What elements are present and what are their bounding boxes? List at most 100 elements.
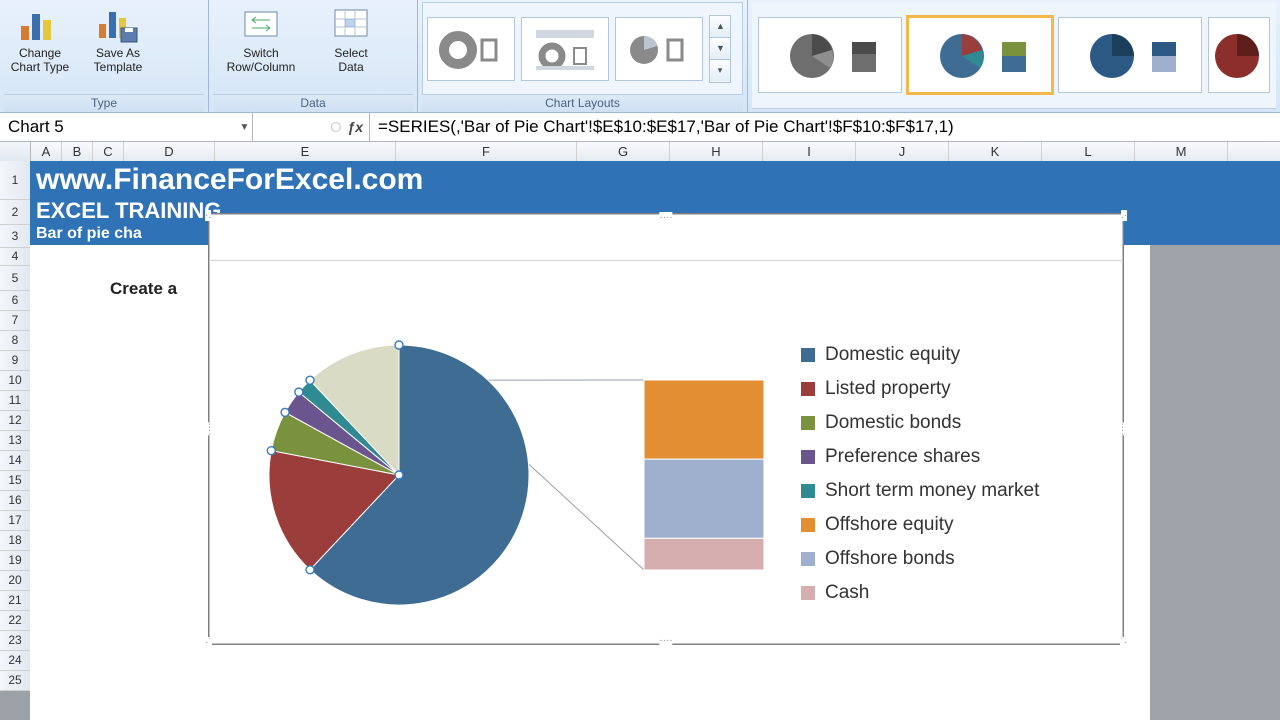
formula-input[interactable] [370, 113, 1280, 141]
row-header[interactable]: 20 [0, 571, 30, 591]
ribbon-group-type-label: Type [4, 94, 204, 112]
chart-style-thumb[interactable] [758, 17, 902, 93]
column-header[interactable]: E [215, 142, 396, 161]
column-header[interactable]: K [949, 142, 1042, 161]
row-header[interactable]: 23 [0, 631, 30, 651]
column-header[interactable]: C [93, 142, 124, 161]
row-header[interactable]: 25 [0, 671, 30, 691]
row-header[interactable]: 6 [0, 291, 30, 311]
name-box: ▼ [0, 113, 253, 141]
select-data-button[interactable]: Select Data [315, 2, 387, 74]
column-header[interactable]: L [1042, 142, 1135, 161]
chart-style-thumb-selected[interactable] [908, 17, 1052, 93]
chart-resize-handle-tl[interactable]: ·. [205, 210, 211, 221]
fx-icon[interactable]: ƒx [347, 119, 363, 135]
row-header[interactable]: 14 [0, 451, 30, 471]
name-box-dropdown-icon[interactable]: ▼ [237, 122, 252, 133]
change-chart-type-button[interactable]: Change Chart Type [4, 2, 76, 74]
chart-layout-thumb[interactable] [615, 17, 703, 81]
ribbon-group-data: Switch Row/Column Select Data Data [209, 0, 418, 112]
ribbon-group-type: Change Chart Type Save As Template Type [0, 0, 209, 112]
legend-label: Offshore bonds [825, 548, 955, 570]
chart-legend[interactable]: Domestic equity Listed property Domestic b… [801, 338, 1039, 610]
row-header[interactable]: 17 [0, 511, 30, 531]
name-box-input[interactable] [0, 117, 237, 137]
column-headers: ABCDEFGHIJKLM [0, 142, 1280, 162]
column-header[interactable]: I [763, 142, 856, 161]
select-all-corner[interactable] [0, 142, 31, 161]
column-header[interactable]: A [31, 142, 62, 161]
legend-item[interactable]: Listed property [801, 372, 1039, 406]
chart-layout-thumb[interactable] [521, 17, 609, 81]
ribbon-group-chart-layouts-label: Chart Layouts [422, 94, 743, 112]
row-header[interactable]: 15 [0, 471, 30, 491]
select-data-label: Select Data [334, 46, 367, 74]
row-header[interactable]: 7 [0, 311, 30, 331]
column-header[interactable]: D [124, 142, 215, 161]
save-as-template-label: Save As Template [94, 46, 143, 74]
ribbon-group-chart-layouts: ▲ ▼ ▾ Chart Layouts [418, 0, 748, 112]
legend-swatch [801, 348, 815, 362]
legend-swatch [801, 552, 815, 566]
embedded-chart[interactable]: ···· ···· ···· ···· ·. .· ·˙ ˙· Domestic… [208, 213, 1124, 645]
row-header[interactable]: 1 [0, 161, 30, 200]
save-as-template-button[interactable]: Save As Template [82, 2, 154, 74]
column-header[interactable]: J [856, 142, 949, 161]
legend-label: Preference shares [825, 446, 980, 468]
row-headers: 1234567891011121314151617181920212223242… [0, 161, 31, 691]
cancel-formula-icon[interactable]: ⭘ [330, 119, 341, 136]
cells-region: www.FinanceForExcel.com EXCEL TRAINING B… [30, 161, 1280, 720]
legend-item[interactable]: Offshore equity [801, 508, 1039, 542]
column-header[interactable]: B [62, 142, 93, 161]
row-header[interactable]: 18 [0, 531, 30, 551]
chart-layout-thumb[interactable] [427, 17, 515, 81]
ribbon: Change Chart Type Save As Template Type [0, 0, 1280, 113]
row-header[interactable]: 8 [0, 331, 30, 351]
row-header[interactable]: 10 [0, 371, 30, 391]
row-header[interactable]: 11 [0, 391, 30, 411]
chart-style-thumb[interactable] [1208, 17, 1270, 93]
legend-item[interactable]: Offshore bonds [801, 542, 1039, 576]
legend-item[interactable]: Cash [801, 576, 1039, 610]
layout-scroll-up[interactable]: ▲ [710, 16, 730, 37]
row-header[interactable]: 2 [0, 200, 30, 225]
chart-plot-area[interactable]: Domestic equity Listed property Domestic b… [209, 260, 1123, 644]
legend-item[interactable]: Short term money market [801, 474, 1039, 508]
legend-label: Cash [825, 582, 869, 604]
layout-scroll-more[interactable]: ▾ [710, 59, 730, 81]
legend-item[interactable]: Preference shares [801, 440, 1039, 474]
chart-resize-handle-tr[interactable]: .· [1121, 210, 1127, 221]
row-header[interactable]: 22 [0, 611, 30, 631]
chart-style-thumb[interactable] [1058, 17, 1202, 93]
row-header[interactable]: 4 [0, 248, 30, 266]
switch-row-column-button[interactable]: Switch Row/Column [213, 2, 309, 74]
ribbon-group-chart-styles-label [752, 108, 1276, 112]
legend-label: Short term money market [825, 480, 1039, 502]
chart-layout-scroll: ▲ ▼ ▾ [709, 15, 731, 83]
column-header[interactable]: G [577, 142, 670, 161]
chart-resize-handle-top[interactable]: ···· [659, 212, 672, 223]
formula-bar-icons: ⭘ ƒx [253, 113, 370, 141]
column-header[interactable]: H [670, 142, 763, 161]
row-header[interactable]: 21 [0, 591, 30, 611]
layout-scroll-down[interactable]: ▼ [710, 37, 730, 59]
row5-text: Create a [110, 279, 177, 299]
bar-of-pie-svg [209, 260, 799, 640]
row-header[interactable]: 13 [0, 431, 30, 451]
row-header[interactable]: 3 [0, 225, 30, 248]
column-header[interactable]: M [1135, 142, 1228, 161]
legend-item[interactable]: Domestic bonds [801, 406, 1039, 440]
legend-swatch [801, 382, 815, 396]
legend-label: Offshore equity [825, 514, 954, 536]
column-header[interactable]: F [396, 142, 577, 161]
row-header[interactable]: 5 [0, 266, 30, 291]
legend-swatch [801, 586, 815, 600]
row-header[interactable]: 19 [0, 551, 30, 571]
legend-item[interactable]: Domestic equity [801, 338, 1039, 372]
row-header[interactable]: 24 [0, 651, 30, 671]
row-header[interactable]: 12 [0, 411, 30, 431]
row-header[interactable]: 9 [0, 351, 30, 371]
row-header[interactable]: 16 [0, 491, 30, 511]
legend-label: Listed property [825, 378, 951, 400]
switch-row-column-icon [240, 4, 282, 44]
